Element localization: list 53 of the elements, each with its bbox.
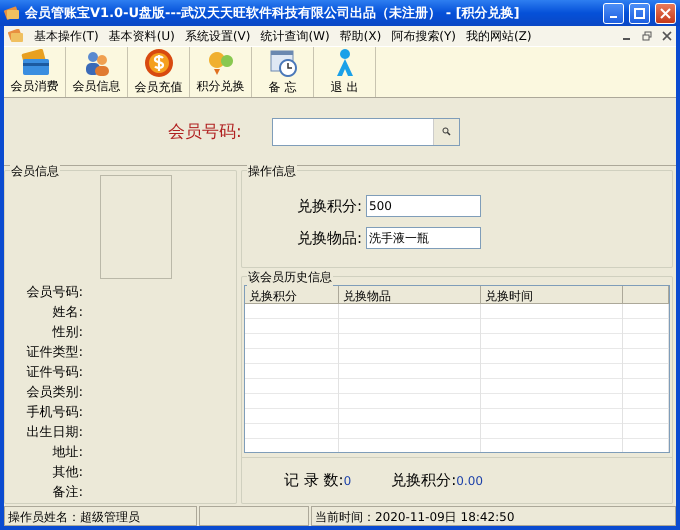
menu-item[interactable]: 基本资料(U) (108, 28, 175, 44)
summary-label: 记 录 数: (284, 471, 344, 490)
status-pane: 操作员姓名：超级管理员 (4, 506, 197, 526)
summary-value: 0.00 (456, 474, 484, 488)
group-title: 操作信息 (247, 163, 297, 180)
restore-icon[interactable] (642, 31, 652, 41)
field-label: 姓名: (52, 304, 83, 322)
minimize-icon (610, 16, 617, 18)
summary-label: 兑换积分: (391, 471, 456, 490)
status-pane: 当前时间：2020-11-09日 18:42:50 (311, 506, 676, 526)
field-label: 地址: (52, 444, 83, 462)
field-label: 兑换积分: (296, 196, 362, 216)
app-icon (8, 29, 24, 43)
group-title: 该会员历史信息 (247, 269, 333, 286)
search-icon (442, 127, 451, 136)
field-label: 会员类别: (26, 384, 83, 402)
menu-item[interactable]: 阿布搜索(Y) (391, 28, 456, 44)
toolbar-button[interactable]: 会员消费 (4, 47, 66, 97)
menu-item[interactable]: 帮助(X) (340, 28, 382, 44)
field-label: 兑换物品: (296, 228, 362, 248)
toolbar-button[interactable]: 备 忘 (252, 47, 314, 97)
app-icon (4, 5, 20, 21)
toolbar-button[interactable]: 会员充值 (128, 47, 190, 97)
field-label: 证件号码: (26, 364, 83, 382)
toolbar-button[interactable]: 会员信息 (66, 47, 128, 97)
menu-item[interactable]: 基本操作(T) (34, 28, 99, 44)
menu-item[interactable]: 系统设置(V) (184, 28, 250, 44)
close-icon (660, 8, 671, 18)
credit-card-icon (18, 49, 50, 77)
summary-value: 0 (344, 474, 352, 488)
maximize-button[interactable] (629, 2, 650, 24)
toolbar-button[interactable]: 积分兑换 (190, 47, 252, 97)
member-number-field[interactable] (272, 118, 460, 146)
field-label: 手机号码: (26, 404, 83, 422)
input-field[interactable]: 洗手液一瓶 (366, 227, 481, 249)
menu-item[interactable]: 我的网站(Z) (466, 28, 532, 44)
field-label: 出生日期: (26, 424, 83, 442)
input-field[interactable]: 500 (366, 195, 481, 217)
close-button[interactable] (655, 2, 676, 24)
search-button[interactable] (432, 118, 459, 144)
close-icon[interactable] (662, 31, 672, 41)
field-label: 性别: (52, 324, 83, 342)
maximize-icon (634, 8, 645, 18)
minimize-button[interactable] (603, 2, 624, 24)
menu-item[interactable]: 统计查询(W) (260, 28, 330, 44)
window-title: 会员管账宝V1.0-U盘版---武汉天天旺软件科技有限公司出品（未注册） - [积分兑换] (25, 4, 521, 22)
member-number-label: 会员号码: (168, 121, 242, 143)
toolbar-button[interactable]: 退 出 (314, 47, 376, 97)
field-label: 会员号码: (26, 284, 83, 302)
group-title: 会员信息 (10, 163, 60, 180)
field-label: 备注: (52, 484, 83, 502)
field-label: 证件类型: (26, 344, 83, 362)
field-label: 其他: (52, 464, 83, 482)
